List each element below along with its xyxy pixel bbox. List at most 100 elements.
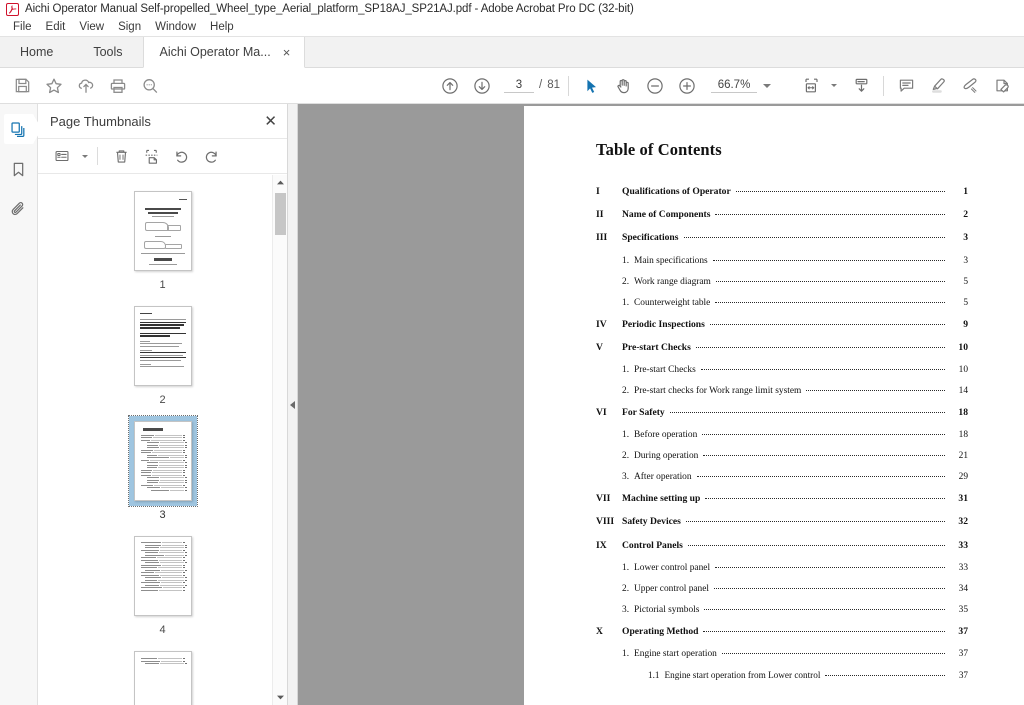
- thumbnail-size-icon[interactable]: [48, 142, 76, 170]
- toc-entry[interactable]: 1. Before operation 18: [596, 430, 968, 440]
- thumbnail-item[interactable]: 2: [129, 301, 197, 406]
- rotate-counterclockwise-icon[interactable]: [167, 142, 195, 170]
- acrobat-logo-icon: [6, 2, 19, 16]
- close-icon[interactable]: ×: [281, 46, 293, 59]
- toc-entry-label: During operation: [634, 451, 699, 462]
- panel-scrollbar[interactable]: [272, 175, 287, 705]
- thumbnail-item[interactable]: 4: [129, 531, 197, 636]
- toc-entry[interactable]: VIII Safety Devices 32: [596, 516, 968, 527]
- fit-page-icon[interactable]: [795, 71, 827, 101]
- highlight-icon[interactable]: [922, 71, 954, 101]
- tab-tools[interactable]: Tools: [73, 36, 142, 67]
- toolbar-left-group: [0, 71, 166, 101]
- cursor-arrow-icon[interactable]: [575, 71, 607, 101]
- navigation-rail: [0, 104, 42, 705]
- panel-title: Page Thumbnails: [50, 113, 151, 129]
- menu-view[interactable]: View: [72, 20, 111, 34]
- arrow-up-circle-icon[interactable]: [434, 71, 466, 101]
- toc-entry-marker: 2.: [622, 451, 630, 462]
- delete-pages-icon[interactable]: [107, 142, 135, 170]
- toc-entry[interactable]: 2. During operation 21: [596, 451, 968, 461]
- print-icon[interactable]: [102, 71, 134, 101]
- sidebar-item-attachments[interactable]: [4, 194, 34, 224]
- toc-entry[interactable]: VI For Safety 18: [596, 407, 968, 418]
- toc-entry[interactable]: V Pre-start Checks 10: [596, 342, 968, 353]
- thumbnail-item[interactable]: 5: [129, 646, 197, 705]
- tab-document[interactable]: Aichi Operator Ma... ×: [142, 37, 306, 68]
- toc-entry[interactable]: III Specifications 3: [596, 232, 968, 243]
- sign-icon[interactable]: [954, 71, 986, 101]
- toc-entry-page: 21: [958, 451, 968, 462]
- menu-window[interactable]: Window: [148, 20, 203, 34]
- toc-entry[interactable]: 1. Lower control panel 33: [596, 563, 968, 573]
- thumbnail-scroll-area[interactable]: 1 2 3 4: [38, 174, 287, 705]
- thumbnail-list: 1 2 3 4: [38, 186, 287, 705]
- zoom-in-icon[interactable]: [671, 71, 703, 101]
- cloud-upload-icon[interactable]: [70, 71, 102, 101]
- extract-pages-icon[interactable]: [137, 142, 165, 170]
- toc-entry-label: Control Panels: [622, 539, 683, 551]
- fill-and-sign-icon[interactable]: [986, 71, 1018, 101]
- zoom-level-control[interactable]: 66.7%: [711, 79, 771, 93]
- toc-entry[interactable]: 1.1 Engine start operation from Lower con…: [596, 670, 968, 680]
- hand-icon[interactable]: [607, 71, 639, 101]
- search-icon[interactable]: [134, 71, 166, 101]
- chevron-down-icon[interactable]: [831, 84, 837, 87]
- toc-entry[interactable]: 1. Main specifications 3: [596, 256, 968, 266]
- document-viewer[interactable]: Table of Contents I Qualifications of Ope…: [298, 104, 1024, 705]
- toc-entry-page: 14: [958, 385, 968, 396]
- toc-leader-dots: [702, 434, 945, 436]
- menu-help[interactable]: Help: [203, 20, 241, 34]
- toc-entry-page: 5: [963, 297, 968, 308]
- zoom-out-icon[interactable]: [639, 71, 671, 101]
- save-icon[interactable]: [6, 71, 38, 101]
- toc-entry[interactable]: II Name of Components 2: [596, 209, 968, 220]
- comment-icon[interactable]: [890, 71, 922, 101]
- chevron-down-icon[interactable]: [763, 83, 771, 88]
- arrow-down-circle-icon[interactable]: [466, 71, 498, 101]
- menu-edit[interactable]: Edit: [39, 20, 73, 34]
- toc-entry[interactable]: I Qualifications of Operator 1: [596, 186, 968, 197]
- toc-entry[interactable]: 2. Pre-start checks for Work range limit …: [596, 386, 968, 396]
- page-display-icon[interactable]: [845, 71, 877, 101]
- thumbnail-frame: [129, 301, 197, 391]
- close-icon[interactable]: ✕: [264, 114, 277, 129]
- collapse-panel-handle[interactable]: [288, 104, 298, 705]
- rotate-clockwise-icon[interactable]: [197, 142, 225, 170]
- sidebar-item-page-thumbnails[interactable]: [3, 114, 42, 144]
- toc-entry[interactable]: 2. Upper control panel 34: [596, 584, 968, 594]
- toc-leader-dots: [685, 521, 945, 523]
- menu-sign[interactable]: Sign: [111, 20, 148, 34]
- thumbnail-frame: [127, 415, 198, 507]
- acrobat-window: Aichi Operator Manual Self-propelled_Whe…: [0, 0, 1024, 705]
- toc-leader-dots: [825, 674, 945, 676]
- toc-entry[interactable]: X Operating Method 37: [596, 626, 968, 637]
- thumbnail-page-preview: [133, 306, 192, 386]
- toc-entry-label: Periodic Inspections: [622, 318, 705, 330]
- toc-entry[interactable]: IV Periodic Inspections 9: [596, 319, 968, 330]
- sidebar-item-bookmarks[interactable]: [4, 154, 34, 184]
- page-number-input[interactable]: [504, 78, 534, 93]
- toc-entry[interactable]: 1. Pre-start Checks 10: [596, 365, 968, 375]
- tab-home[interactable]: Home: [0, 36, 73, 67]
- thumbnail-item[interactable]: 1: [129, 186, 197, 291]
- chevron-down-icon[interactable]: [82, 154, 88, 158]
- scroll-up-icon[interactable]: [273, 175, 288, 190]
- toc-entry[interactable]: 1. Engine start operation 37: [596, 649, 968, 659]
- toc-entry-page: 37: [958, 625, 968, 637]
- toc-leader-dots: [705, 498, 945, 500]
- toc-entry[interactable]: IX Control Panels 33: [596, 540, 968, 551]
- toc-entry[interactable]: 3. After operation 29: [596, 472, 968, 482]
- page-thumbnails-panel: Page Thumbnails ✕ 1 2 3 4: [38, 104, 288, 705]
- thumbnail-item-selected[interactable]: 3: [127, 415, 198, 521]
- scroll-down-icon[interactable]: [273, 690, 288, 705]
- toc-entry[interactable]: 3. Pictorial symbols 35: [596, 605, 968, 615]
- star-icon[interactable]: [38, 71, 70, 101]
- toc-entry[interactable]: 1. Counterweight table 5: [596, 298, 968, 308]
- toc-entry-page: 35: [958, 604, 968, 615]
- toc-entry-page: 37: [958, 669, 968, 680]
- scrollbar-thumb[interactable]: [275, 193, 286, 235]
- toc-entry[interactable]: VII Machine setting up 31: [596, 493, 968, 504]
- toc-entry[interactable]: 2. Work range diagram 5: [596, 277, 968, 287]
- menu-file[interactable]: File: [6, 20, 39, 34]
